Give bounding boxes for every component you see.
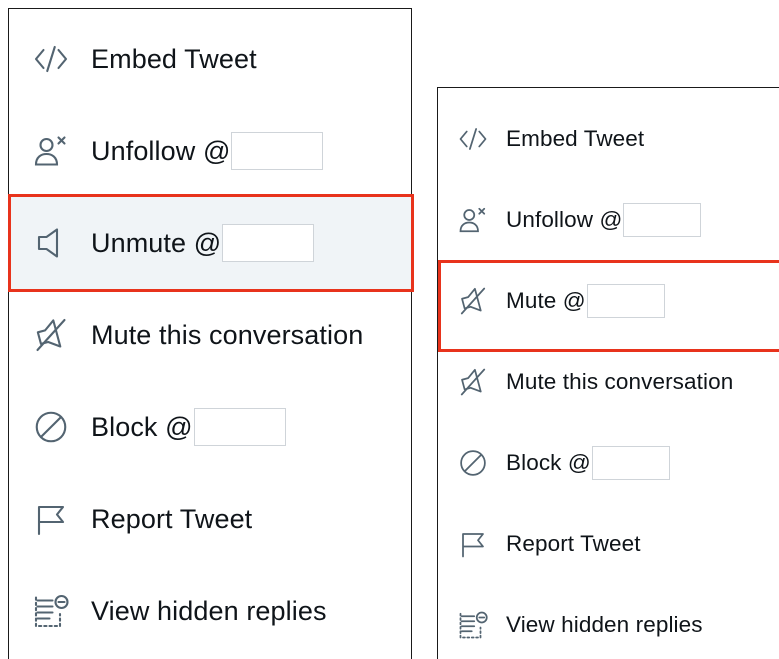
username-redaction-box — [591, 445, 670, 480]
menu-item-label: Report Tweet — [91, 503, 253, 534]
block-icon — [33, 409, 69, 445]
hidden-replies-icon — [458, 610, 488, 640]
speaker-icon — [33, 225, 69, 261]
menu-item-label: View hidden replies — [506, 611, 703, 637]
menu-item-unfollow[interactable]: Unfollow @ — [9, 105, 411, 197]
menu-item-label: View hidden replies — [91, 595, 327, 626]
menu-item-unfollow[interactable]: Unfollow @ — [438, 179, 779, 260]
flag-icon — [33, 501, 69, 537]
menu-item-label: Unmute @ — [91, 227, 222, 258]
right-tweet-options-menu: Embed Tweet Unfollow @ Mute @ Mute this … — [437, 87, 779, 659]
unfollow-user-icon — [458, 205, 488, 235]
username-redaction-box — [586, 283, 665, 318]
menu-item-report-tweet[interactable]: Report Tweet — [9, 473, 411, 565]
username-redaction-box — [231, 132, 324, 170]
code-icon — [458, 124, 488, 154]
menu-item-label: Mute @ — [506, 287, 586, 313]
menu-item-view-hidden-replies[interactable]: View hidden replies — [438, 584, 779, 659]
username-redaction-box — [623, 202, 702, 237]
menu-item-label: Block @ — [91, 411, 193, 442]
username-redaction-box — [222, 224, 315, 262]
menu-item-mute-conversation[interactable]: Mute this conversation — [438, 341, 779, 422]
mute-speaker-icon — [33, 317, 69, 353]
code-icon — [33, 41, 69, 77]
menu-item-label: Unfollow @ — [506, 206, 623, 232]
flag-icon — [458, 529, 488, 559]
menu-item-label: Mute this conversation — [506, 368, 734, 394]
menu-item-embed-tweet[interactable]: Embed Tweet — [9, 13, 411, 105]
menu-item-mute-conversation[interactable]: Mute this conversation — [9, 289, 411, 381]
menu-item-label: Embed Tweet — [506, 125, 645, 151]
menu-item-mute[interactable]: Mute @ — [438, 260, 779, 341]
mute-speaker-icon — [458, 367, 488, 397]
menu-item-label: Mute this conversation — [91, 319, 364, 350]
block-icon — [458, 448, 488, 478]
menu-item-label: Report Tweet — [506, 530, 641, 556]
left-tweet-options-menu: Embed Tweet Unfollow @ Unmute @ Mute thi… — [8, 8, 412, 659]
menu-item-label: Unfollow @ — [91, 135, 231, 166]
username-redaction-box — [193, 408, 286, 446]
menu-item-label: Block @ — [506, 449, 591, 475]
menu-item-block[interactable]: Block @ — [438, 422, 779, 503]
hidden-replies-icon — [33, 593, 69, 629]
mute-speaker-icon — [458, 286, 488, 316]
menu-item-label: Embed Tweet — [91, 43, 257, 74]
unfollow-user-icon — [33, 133, 69, 169]
menu-item-report-tweet[interactable]: Report Tweet — [438, 503, 779, 584]
menu-item-embed-tweet[interactable]: Embed Tweet — [438, 98, 779, 179]
menu-item-view-hidden-replies[interactable]: View hidden replies — [9, 565, 411, 657]
menu-item-block[interactable]: Block @ — [9, 381, 411, 473]
menu-item-unmute[interactable]: Unmute @ — [9, 197, 411, 289]
